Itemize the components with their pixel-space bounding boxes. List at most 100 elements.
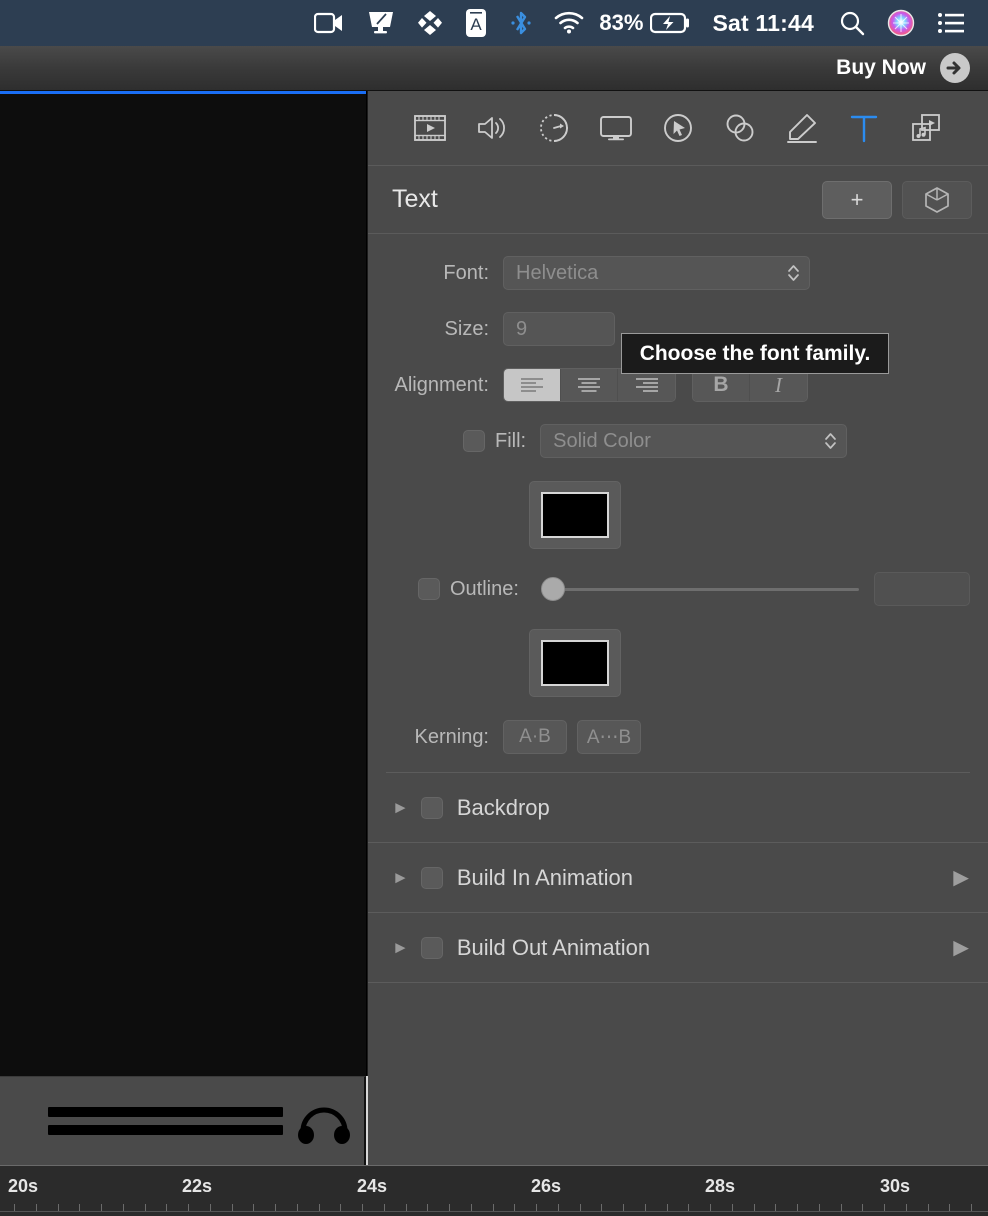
- outline-label: Outline:: [450, 577, 519, 600]
- ruler-minor-tick: [514, 1204, 515, 1211]
- outline-checkbox[interactable]: [418, 578, 440, 600]
- tab-speed[interactable]: [523, 98, 585, 158]
- italic-label: I: [775, 372, 782, 397]
- siri-icon[interactable]: [876, 0, 926, 46]
- buy-now-banner: Buy Now: [0, 46, 988, 91]
- ruler-baseline: [0, 1211, 988, 1212]
- ruler-minor-tick: [493, 1204, 494, 1211]
- audio-waveform: [48, 1107, 283, 1143]
- play-preview-icon[interactable]: ►: [948, 862, 974, 893]
- ruler-minor-tick: [558, 1204, 559, 1211]
- tab-media-library[interactable]: [895, 98, 957, 158]
- ruler-tick-label: 30s: [880, 1176, 911, 1196]
- kerning-tight-button[interactable]: A·B: [503, 720, 567, 754]
- ruler-minor-tick: [949, 1204, 950, 1211]
- outline-color-well[interactable]: [529, 629, 621, 697]
- chevron-updown-icon: [787, 263, 800, 283]
- wifi-icon[interactable]: [543, 0, 595, 46]
- waveform-bar: [48, 1125, 283, 1135]
- buy-now-label[interactable]: Buy Now: [836, 56, 926, 80]
- section-build-out-animation[interactable]: ► Build Out Animation ►: [368, 913, 988, 983]
- menubar-clock[interactable]: Sat 11:44: [702, 0, 828, 46]
- input-source-icon[interactable]: A: [453, 0, 499, 46]
- build-in-label: Build In Animation: [456, 864, 633, 890]
- ruler-minor-tick: [145, 1204, 146, 1211]
- dropbox-icon[interactable]: [407, 0, 453, 46]
- ruler-minor-tick: [884, 1204, 885, 1211]
- ruler-minor-tick: [123, 1204, 124, 1211]
- ruler-minor-tick: [471, 1204, 472, 1211]
- ruler-minor-tick: [14, 1204, 15, 1211]
- font-select[interactable]: Helvetica: [503, 256, 810, 290]
- ruler-minor-tick: [232, 1204, 233, 1211]
- add-text-button[interactable]: +: [822, 180, 892, 219]
- ruler-minor-tick: [319, 1204, 320, 1211]
- align-center-button[interactable]: [561, 369, 618, 401]
- section-build-in-animation[interactable]: ► Build In Animation ►: [368, 843, 988, 913]
- disclosure-triangle-icon[interactable]: ►: [392, 868, 409, 888]
- bluetooth-icon[interactable]: [499, 0, 543, 46]
- timeline-clip[interactable]: [0, 1076, 366, 1165]
- tab-callout[interactable]: [647, 98, 709, 158]
- outline-width-input[interactable]: [873, 572, 970, 606]
- ruler-minor-tick: [406, 1204, 407, 1211]
- ruler-minor-tick: [188, 1204, 189, 1211]
- align-left-button[interactable]: [504, 369, 561, 401]
- 3d-cube-icon[interactable]: [902, 180, 972, 219]
- screen-sharing-icon[interactable]: [355, 0, 407, 46]
- outline-color-row: [368, 624, 988, 702]
- headphones-icon: [298, 1101, 350, 1150]
- ruler-minor-tick: [906, 1204, 907, 1211]
- ruler-minor-tick: [384, 1204, 385, 1211]
- tab-text[interactable]: [833, 98, 895, 158]
- ruler-minor-tick: [862, 1204, 863, 1211]
- fill-checkbox[interactable]: [463, 430, 485, 452]
- ruler-minor-tick: [645, 1204, 646, 1211]
- fill-color-well[interactable]: [529, 481, 621, 549]
- control-center-icon[interactable]: [926, 0, 976, 46]
- font-value: Helvetica: [516, 261, 599, 284]
- video-camera-icon[interactable]: [303, 0, 355, 46]
- ruler-minor-tick: [775, 1204, 776, 1211]
- outline-width-slider[interactable]: [540, 577, 859, 601]
- app-window: A 83% Sat 11:44 Buy Now Text + Font: Hel…: [0, 0, 988, 1216]
- play-preview-icon[interactable]: ►: [948, 932, 974, 963]
- ruler-tick-label: 24s: [357, 1176, 388, 1196]
- size-input[interactable]: 9: [503, 312, 615, 346]
- preview-canvas[interactable]: [0, 91, 366, 1076]
- disclosure-triangle-icon[interactable]: ►: [392, 938, 409, 958]
- battery-status[interactable]: 83%: [595, 10, 702, 36]
- ruler-minor-tick: [275, 1204, 276, 1211]
- timeline-track-area: [0, 1076, 988, 1165]
- kerning-loose-button[interactable]: A⋯B: [577, 720, 641, 754]
- kerning-label: Kerning:: [414, 725, 490, 748]
- ruler-minor-tick: [754, 1204, 755, 1211]
- section-backdrop[interactable]: ► Backdrop: [368, 773, 988, 843]
- fill-value: Solid Color: [553, 429, 651, 452]
- chevron-updown-icon: [824, 431, 837, 451]
- tab-video[interactable]: [399, 98, 461, 158]
- search-icon[interactable]: [828, 0, 876, 46]
- tab-screen[interactable]: [585, 98, 647, 158]
- kerning-row: Kerning: A·B A⋯B: [368, 716, 988, 758]
- tab-audio[interactable]: [461, 98, 523, 158]
- arrow-right-circle-icon[interactable]: [940, 53, 970, 83]
- build-out-checkbox[interactable]: [420, 936, 443, 959]
- disclosure-triangle-icon[interactable]: ►: [392, 798, 409, 818]
- fill-type-select[interactable]: Solid Color: [540, 424, 848, 458]
- bold-label: B: [713, 373, 729, 396]
- ruler-minor-tick: [536, 1204, 537, 1211]
- page-title: Text: [392, 185, 438, 213]
- fill-color-row: [368, 476, 988, 554]
- size-label: Size:: [444, 317, 489, 340]
- tab-annotations[interactable]: [771, 98, 833, 158]
- slider-knob[interactable]: [540, 577, 565, 601]
- build-in-checkbox[interactable]: [420, 866, 443, 889]
- battery-percent-label: 83%: [599, 10, 644, 35]
- tab-touch-callout[interactable]: [709, 98, 771, 158]
- ruler-minor-tick: [819, 1204, 820, 1211]
- inspector-tab-bar: [368, 91, 988, 166]
- timeline-ruler[interactable]: 20s 22s 24s 26s 28s 30s: [0, 1165, 988, 1216]
- macos-menu-bar: A 83% Sat 11:44: [0, 0, 988, 46]
- backdrop-checkbox[interactable]: [420, 796, 443, 819]
